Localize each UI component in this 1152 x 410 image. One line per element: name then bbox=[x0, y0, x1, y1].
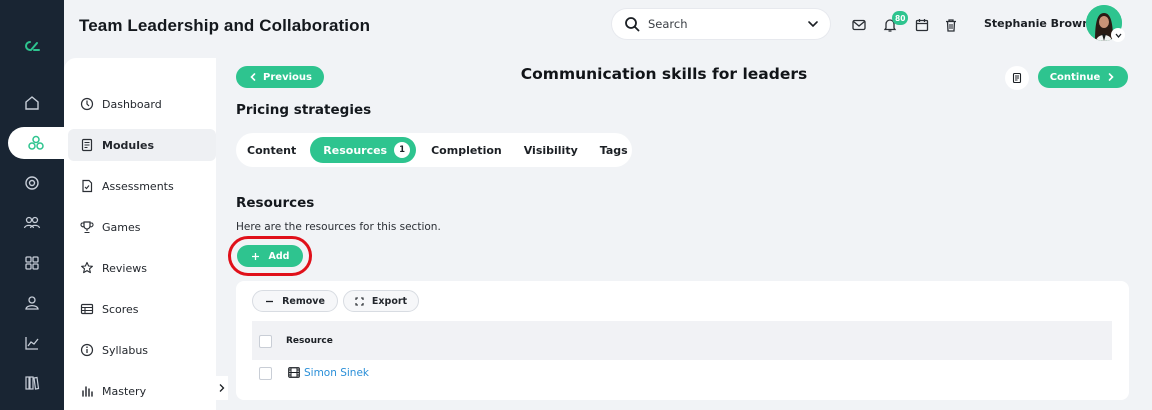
minus-icon bbox=[266, 300, 274, 302]
rail-users[interactable] bbox=[0, 207, 64, 239]
rail-person[interactable] bbox=[0, 287, 64, 319]
calendar-icon[interactable] bbox=[914, 17, 930, 33]
target-icon bbox=[25, 176, 39, 190]
notification-badge: 80 bbox=[892, 11, 909, 25]
icon-rail bbox=[0, 0, 72, 410]
resource-link[interactable]: Simon Sinek bbox=[304, 367, 369, 379]
rail-home[interactable] bbox=[0, 87, 64, 119]
dashboard-icon bbox=[80, 97, 94, 111]
tab-bar: Content Resources 1 Completion Visibilit… bbox=[236, 133, 632, 167]
remove-button[interactable]: Remove bbox=[252, 290, 338, 312]
chevron-down-icon bbox=[1115, 33, 1121, 38]
tab-content[interactable]: Content bbox=[247, 137, 296, 163]
rail-modules[interactable] bbox=[8, 127, 72, 159]
chevron-right-icon bbox=[219, 384, 225, 392]
modules-icon bbox=[28, 135, 44, 150]
book-icon bbox=[81, 138, 93, 152]
add-resource-button[interactable]: Add bbox=[237, 245, 303, 267]
previous-button[interactable]: Previous bbox=[236, 66, 324, 88]
sidebar-item-games[interactable]: Games bbox=[68, 211, 216, 243]
tab-label: Resources bbox=[323, 143, 388, 157]
logo-icon bbox=[25, 41, 40, 51]
tab-visibility[interactable]: Visibility bbox=[524, 137, 578, 163]
sidebar-item-label: Scores bbox=[102, 302, 139, 316]
person-icon bbox=[25, 296, 39, 310]
library-icon bbox=[25, 376, 40, 390]
sidebar-item-label: Dashboard bbox=[102, 97, 162, 111]
tab-tags[interactable]: Tags bbox=[600, 137, 628, 163]
video-icon bbox=[288, 367, 300, 378]
sidebar-item-label: Reviews bbox=[102, 261, 147, 275]
sidebar-item-modules[interactable]: Modules bbox=[68, 129, 216, 161]
sidebar-item-label: Mastery bbox=[102, 384, 147, 398]
rail-target[interactable] bbox=[0, 167, 64, 199]
home-icon bbox=[25, 96, 39, 110]
table-header bbox=[252, 321, 1112, 360]
sidebar-item-scores[interactable]: Scores bbox=[68, 293, 216, 325]
sidebar-item-label: Modules bbox=[102, 138, 154, 152]
export-icon bbox=[355, 296, 364, 306]
brand-logo[interactable] bbox=[8, 28, 56, 64]
info-icon bbox=[80, 343, 94, 357]
table-icon bbox=[80, 303, 94, 315]
sidebar-item-syllabus[interactable]: Syllabus bbox=[68, 334, 216, 366]
tab-completion[interactable]: Completion bbox=[431, 137, 502, 163]
search-input[interactable]: Search bbox=[648, 17, 806, 31]
star-icon bbox=[81, 261, 93, 274]
sidebar-item-reviews[interactable]: Reviews bbox=[68, 252, 216, 284]
select-all-checkbox[interactable] bbox=[259, 335, 272, 348]
export-button[interactable]: Export bbox=[343, 290, 419, 312]
sidebar-item-dashboard[interactable]: Dashboard bbox=[68, 88, 216, 120]
sidebar-item-assessments[interactable]: Assessments bbox=[68, 170, 216, 202]
top-header: Team Leadership and Collaboration Search… bbox=[64, 0, 1152, 56]
continue-button-label: Continue bbox=[1049, 71, 1101, 83]
users-icon bbox=[23, 216, 41, 229]
remove-button-label: Remove bbox=[282, 295, 325, 307]
rail-library[interactable] bbox=[0, 367, 64, 399]
rail-chart[interactable] bbox=[0, 327, 64, 359]
search-box[interactable]: Search bbox=[612, 9, 830, 39]
plus-icon bbox=[251, 252, 259, 260]
grid-icon bbox=[25, 256, 39, 270]
export-button-label: Export bbox=[371, 295, 408, 307]
trash-icon[interactable] bbox=[943, 17, 959, 33]
rail-grid[interactable] bbox=[0, 247, 64, 279]
mail-icon[interactable] bbox=[851, 17, 867, 33]
column-header-resource: Resource bbox=[286, 336, 333, 346]
section-title: Pricing strategies bbox=[236, 102, 372, 118]
continue-button[interactable]: Continue bbox=[1038, 66, 1128, 88]
search-icon bbox=[625, 17, 640, 32]
assessment-icon bbox=[82, 179, 93, 193]
secondary-sidebar: Dashboard Modules Assessments Games Revi… bbox=[64, 58, 216, 410]
resources-description: Here are the resources for this section. bbox=[236, 221, 441, 233]
chevron-right-icon bbox=[1108, 73, 1114, 81]
tab-count-badge: 1 bbox=[394, 142, 411, 158]
chevron-down-icon[interactable] bbox=[806, 17, 820, 31]
page-title: Team Leadership and Collaboration bbox=[79, 16, 371, 35]
row-checkbox[interactable] bbox=[259, 367, 272, 380]
trophy-icon bbox=[80, 221, 94, 234]
sidebar-collapse-toggle[interactable] bbox=[216, 376, 228, 400]
add-button-label: Add bbox=[268, 250, 290, 262]
resources-heading: Resources bbox=[236, 195, 315, 211]
sidebar-item-label: Syllabus bbox=[102, 343, 149, 357]
user-name[interactable]: Stephanie Brown bbox=[984, 17, 1090, 30]
tab-resources[interactable]: Resources 1 bbox=[310, 137, 417, 163]
sidebar-item-mastery[interactable]: Mastery bbox=[68, 375, 216, 407]
chevron-left-icon bbox=[250, 73, 256, 81]
chart-icon bbox=[25, 337, 39, 350]
sidebar-item-label: Games bbox=[102, 220, 141, 234]
module-title: Communication skills for leaders bbox=[520, 65, 808, 83]
document-icon bbox=[1012, 72, 1022, 84]
module-info-button[interactable] bbox=[1005, 66, 1029, 90]
user-menu-toggle[interactable] bbox=[1111, 28, 1125, 42]
previous-button-label: Previous bbox=[263, 71, 312, 83]
bar-chart-icon bbox=[82, 386, 93, 397]
sidebar-item-label: Assessments bbox=[102, 179, 174, 193]
